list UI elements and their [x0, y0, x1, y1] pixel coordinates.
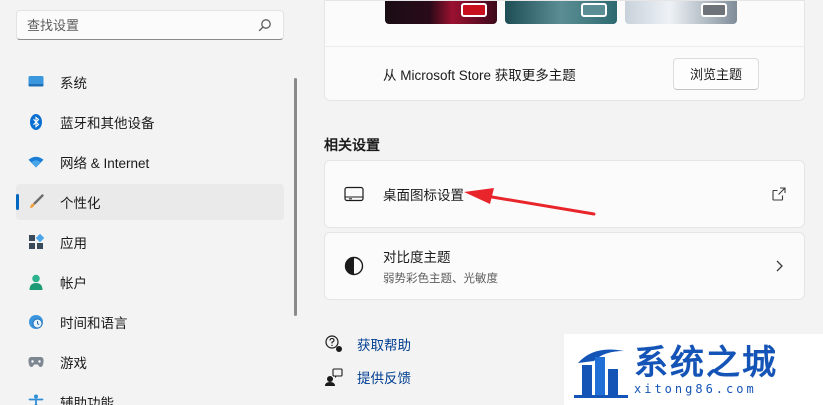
sidebar-item-system[interactable]: 系统 [16, 64, 284, 100]
search-input[interactable] [27, 17, 257, 33]
sidebar-item-accessibility[interactable]: 辅助功能 [16, 384, 284, 405]
sidebar-scrollbar[interactable] [294, 78, 297, 316]
sidebar-nav: 系统 蓝牙和其他设备 网络 & Internet 个性化 应用 帐户 时间和语言… [16, 64, 284, 405]
sidebar-item-label: 帐户 [60, 276, 87, 291]
sidebar-item-apps[interactable]: 应用 [16, 224, 284, 260]
site-watermark: 系统之城 xitong86.com [564, 334, 823, 405]
get-help-link[interactable]: 获取帮助 [324, 334, 411, 354]
search-box[interactable] [16, 10, 284, 40]
theme-thumbnail[interactable] [625, 1, 737, 24]
theme-thumbnail[interactable] [505, 1, 617, 24]
help-icon [324, 334, 344, 354]
contrast-themes-title: 对比度主题 [383, 250, 451, 265]
sidebar-item-label: 时间和语言 [60, 316, 128, 331]
theme-color-chip [581, 3, 607, 17]
search-icon[interactable] [257, 17, 273, 33]
accessibility-icon [28, 394, 44, 405]
sidebar-item-label: 游戏 [60, 356, 87, 371]
contrast-themes-card[interactable]: 对比度主题 弱势彩色主题、光敏度 [324, 232, 805, 300]
sidebar-item-accounts[interactable]: 帐户 [16, 264, 284, 300]
monitor-icon [28, 74, 44, 90]
watermark-logo-icon [574, 349, 628, 398]
get-help-label[interactable]: 获取帮助 [357, 334, 411, 354]
store-themes-text: 从 Microsoft Store 获取更多主题 [383, 67, 576, 83]
sidebar-item-label: 应用 [60, 236, 87, 251]
brush-icon [28, 194, 44, 210]
globe-clock-icon [28, 314, 44, 330]
sidebar-item-label: 网络 & Internet [60, 156, 150, 171]
open-external-icon [770, 185, 788, 203]
sidebar-item-time-language[interactable]: 时间和语言 [16, 304, 284, 340]
desktop-icon [343, 183, 365, 205]
chevron-right-icon [770, 257, 788, 275]
store-themes-row: 从 Microsoft Store 获取更多主题 浏览主题 [324, 46, 805, 101]
gamepad-icon [28, 354, 44, 370]
theme-color-chip [701, 3, 727, 17]
watermark-title: 系统之城 [634, 342, 778, 383]
sidebar-item-label: 蓝牙和其他设备 [60, 116, 155, 131]
sidebar-item-personalization[interactable]: 个性化 [16, 184, 284, 220]
sidebar-item-gaming[interactable]: 游戏 [16, 344, 284, 380]
browse-themes-button[interactable]: 浏览主题 [672, 57, 759, 90]
wifi-icon [28, 154, 44, 170]
watermark-url: xitong86.com [634, 381, 757, 396]
theme-color-chip [461, 3, 487, 17]
feedback-icon [324, 367, 344, 387]
sidebar-item-network[interactable]: 网络 & Internet [16, 144, 284, 180]
bluetooth-icon [28, 114, 44, 130]
sidebar-item-label: 辅助功能 [60, 396, 114, 405]
sidebar-item-label: 个性化 [60, 196, 101, 211]
give-feedback-label[interactable]: 提供反馈 [357, 367, 411, 387]
annotation-arrow [464, 188, 596, 216]
give-feedback-link[interactable]: 提供反馈 [324, 367, 411, 387]
sidebar-item-bluetooth[interactable]: 蓝牙和其他设备 [16, 104, 284, 140]
theme-thumbnail[interactable] [385, 1, 497, 24]
theme-gallery [324, 0, 805, 46]
apps-icon [28, 234, 44, 250]
sidebar-item-label: 系统 [60, 76, 87, 91]
related-settings-heading: 相关设置 [324, 137, 380, 153]
contrast-themes-subtitle: 弱势彩色主题、光敏度 [383, 273, 498, 285]
contrast-icon [343, 255, 365, 277]
person-icon [28, 274, 44, 290]
